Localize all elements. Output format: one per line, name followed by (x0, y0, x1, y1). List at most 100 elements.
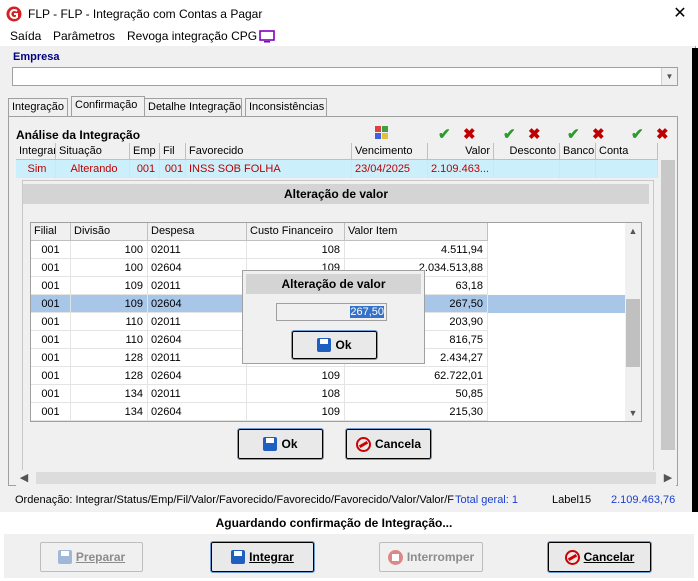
save-icon (263, 437, 278, 451)
preparar-label: Preparar (75, 550, 126, 564)
integrar-button[interactable]: Integrar (210, 541, 315, 573)
cell-favorecido: INSS SOB FOLHA (186, 160, 352, 178)
monitor-icon[interactable] (259, 30, 275, 43)
scroll-right-icon[interactable]: ▶ (660, 470, 676, 486)
analysis-title: Análise da Integração (16, 128, 141, 142)
check-icon[interactable]: ✔ (503, 125, 516, 143)
check-all-icon[interactable]: ✔ (438, 125, 451, 143)
popup-ok-button[interactable]: Ok (291, 330, 378, 360)
cell-integrar[interactable]: Sim (16, 160, 56, 178)
valor-input[interactable]: 267,50 (276, 303, 387, 321)
empresa-label: Empresa (13, 51, 60, 63)
cell-divisao: 109 (71, 295, 148, 313)
save-icon (317, 338, 332, 352)
uncheck-icon[interactable]: ✖ (592, 125, 605, 143)
table-row[interactable]: Sim Alterando 001 001 INSS SOB FOLHA 23/… (16, 160, 658, 178)
ok-label: Ok (335, 338, 352, 352)
col-desconto[interactable]: Desconto (494, 143, 560, 160)
cell-custo-financeiro: 108 (247, 385, 345, 403)
uncheck-icon[interactable]: ✖ (528, 125, 541, 143)
tab-confirmacao[interactable]: Confirmação (71, 96, 145, 116)
cell-despesa: 02011 (148, 349, 247, 367)
tab-detalhe-integracao[interactable]: Detalhe Integração (144, 98, 242, 116)
cancel-icon (355, 436, 371, 452)
col-custo-financeiro[interactable]: Custo Financeiro (247, 223, 345, 241)
title-bar: FLP - FLP - Integração com Contas a Paga… (0, 0, 698, 28)
ordenacao-text: Ordenação: Integrar/Status/Emp/Fil/Valor… (15, 494, 454, 506)
table-row[interactable]: 001 134 02604 109 215,30 (31, 403, 626, 421)
cell-valor-item: 215,30 (345, 403, 488, 421)
interromper-button[interactable]: Interromper (379, 542, 483, 572)
scroll-up-icon[interactable]: ▲ (625, 223, 641, 239)
close-window-button[interactable]: ✕ (668, 3, 692, 25)
cell-despesa: 02604 (148, 403, 247, 421)
stop-icon (387, 549, 403, 565)
scroll-thumb[interactable] (36, 472, 656, 484)
cell-filial: 001 (31, 259, 71, 277)
table-row[interactable]: 001 128 02604 109 62.722,01 (31, 367, 626, 385)
col-vencimento[interactable]: Vencimento (352, 143, 428, 160)
chevron-down-icon[interactable]: ▼ (661, 68, 677, 85)
menu-parametros[interactable]: Parâmetros (53, 29, 115, 43)
scroll-thumb[interactable] (661, 160, 675, 450)
col-divisao[interactable]: Divisão (71, 223, 148, 241)
table-row[interactable]: 001 134 02011 108 50,85 (31, 385, 626, 403)
preparar-button[interactable]: Preparar (40, 542, 143, 572)
scroll-thumb[interactable] (626, 299, 640, 367)
col-situacao[interactable]: Situação (56, 143, 130, 160)
col-favorecido[interactable]: Favorecido (186, 143, 352, 160)
menu-revoga-integracao[interactable]: Revoga integração CPG (127, 29, 257, 43)
cell-valor-item: 50,85 (345, 385, 488, 403)
uncheck-all-icon[interactable]: ✖ (463, 125, 476, 143)
col-emp[interactable]: Emp (130, 143, 160, 160)
cancelar-label: Cancelar (583, 550, 635, 564)
cell-valor-item: 4.511,94 (345, 241, 488, 259)
cell-despesa: 02011 (148, 385, 247, 403)
cell-despesa: 02011 (148, 313, 247, 331)
valor-input-text[interactable]: 267,50 (350, 306, 384, 318)
col-despesa[interactable]: Despesa (148, 223, 247, 241)
empresa-select[interactable]: ▼ (12, 67, 678, 86)
col-integrar[interactable]: Integrar (16, 143, 56, 160)
total-geral: Total geral: 1 (455, 494, 518, 506)
cell-vencimento: 23/04/2025 (352, 160, 428, 178)
cell-custo-financeiro: 108 (247, 241, 345, 259)
col-filial[interactable]: Filial (31, 223, 71, 241)
analysis-hscrollbar[interactable]: ◀ ▶ (16, 470, 676, 486)
cell-valor: 2.109.463... (428, 160, 494, 178)
tab-integracao[interactable]: Integração (8, 98, 68, 116)
status-message: Aguardando confirmação de Integração... (215, 516, 453, 530)
check-icon[interactable]: ✔ (567, 125, 580, 143)
scroll-left-icon[interactable]: ◀ (16, 470, 32, 486)
menu-saida[interactable]: Saída (10, 29, 41, 43)
cell-despesa: 02604 (148, 331, 247, 349)
palette-icon[interactable] (374, 125, 390, 140)
popup-title: Alteração de valor (246, 274, 421, 294)
cancelar-button[interactable]: Cancelar (547, 541, 652, 573)
uncheck-icon[interactable]: ✖ (656, 125, 669, 143)
cell-filial: 001 (31, 403, 71, 421)
interromper-label: Interromper (406, 550, 475, 564)
tab-inconsistencias[interactable]: Inconsistências (245, 98, 327, 116)
cancel-icon (564, 549, 580, 565)
col-valor[interactable]: Valor (428, 143, 494, 160)
analysis-vscrollbar[interactable] (659, 144, 677, 464)
table-row[interactable]: 001 100 02011 108 4.511,94 (31, 241, 626, 259)
col-fil[interactable]: Fil (160, 143, 186, 160)
col-valor-item[interactable]: Valor Item (345, 223, 488, 241)
alteracao-vscrollbar[interactable]: ▲ ▼ (625, 223, 641, 421)
save-icon (57, 550, 72, 564)
col-conta[interactable]: Conta (596, 143, 658, 160)
cell-filial: 001 (31, 367, 71, 385)
alteracao-title: Alteração de valor (23, 184, 649, 204)
cell-custo-financeiro: 109 (247, 403, 345, 421)
scroll-down-icon[interactable]: ▼ (625, 405, 641, 421)
cell-desconto (494, 160, 560, 178)
ok-label: Ok (281, 437, 298, 451)
col-banco[interactable]: Banco (560, 143, 596, 160)
alteracao-ok-button[interactable]: Ok (237, 428, 324, 460)
alteracao-cancel-button[interactable]: Cancela (345, 428, 432, 460)
check-icon[interactable]: ✔ (631, 125, 644, 143)
cell-despesa: 02011 (148, 241, 247, 259)
cell-conta (596, 160, 658, 178)
